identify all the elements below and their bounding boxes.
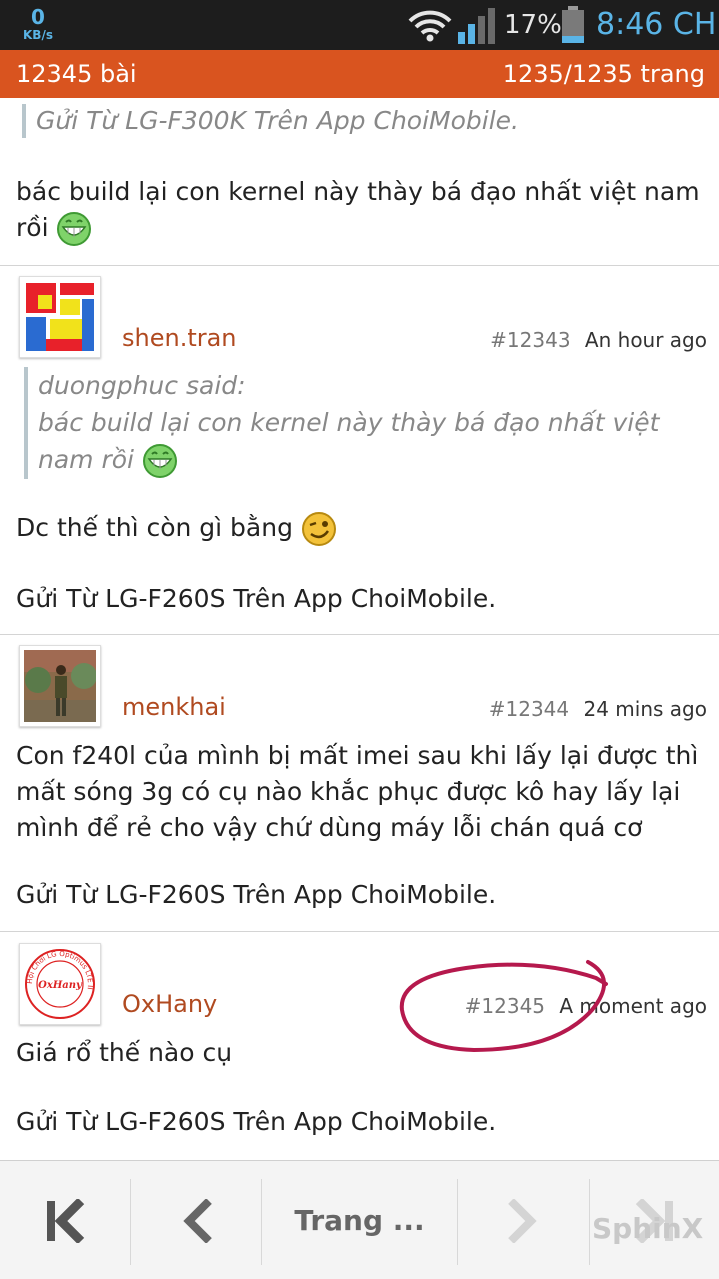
previous-page-button[interactable] — [131, 1161, 261, 1279]
username-link[interactable]: shen.tran — [122, 323, 237, 353]
page-select-label: Trang ... — [294, 1204, 425, 1237]
post-meta: #12344 24 mins ago — [489, 694, 707, 724]
post-body: Dc thế thì còn gì bằng — [16, 510, 706, 547]
post-signature: Gửi Từ LG-F260S Trên App ChoiMobile. — [16, 584, 497, 613]
status-bar: 0 KB/s 17% 8:46 CH — [0, 0, 719, 50]
next-page-button[interactable] — [458, 1161, 589, 1279]
avatar[interactable] — [19, 276, 101, 358]
post-divider — [0, 634, 719, 635]
post-body-text: bác build lại con kernel này thày bá đạo… — [16, 177, 700, 242]
quote-text-line: bác build lại con kernel này thày bá đạo… — [38, 404, 684, 479]
post-previous: Gửi Từ LG-F300K Trên App ChoiMobile. bác… — [0, 98, 719, 265]
stamp-center-text: OxHany — [38, 980, 83, 991]
first-page-button[interactable] — [0, 1161, 130, 1279]
post-number[interactable]: #12345 — [465, 994, 545, 1018]
post-list[interactable]: Gửi Từ LG-F300K Trên App ChoiMobile. bác… — [0, 98, 719, 1158]
post-number[interactable]: #12344 — [489, 697, 569, 721]
quote-block: duongphuc said: bác build lại con kernel… — [24, 367, 684, 479]
chevron-left-icon — [183, 1198, 212, 1243]
post-divider — [0, 265, 719, 266]
post-body: bác build lại con kernel này thày bá đạo… — [16, 174, 706, 247]
watermark-text: SphinX — [592, 1212, 704, 1245]
battery-icon — [562, 6, 584, 43]
post-body: Giá rổ thế nào cụ — [16, 1038, 233, 1067]
quote-author: duongphuc said: — [38, 371, 246, 400]
post-signature: Gửi Từ LG-F260S Trên App ChoiMobile. — [16, 880, 497, 909]
clock: 8:46 CH — [596, 7, 717, 42]
quote-text: bác build lại con kernel này thày bá đạo… — [38, 408, 660, 474]
post-time: A moment ago — [559, 994, 707, 1018]
post-signature: Gửi Từ LG-F260S Trên App ChoiMobile. — [16, 1107, 497, 1136]
post-number[interactable]: #12343 — [490, 328, 570, 352]
avatar[interactable] — [19, 645, 101, 727]
signal-strength-icon — [458, 8, 495, 44]
page-select-button[interactable]: Trang ... — [262, 1161, 457, 1279]
avatar[interactable]: Hội Chơi LG Optimus LTE II OxHany — [19, 943, 101, 1025]
wifi-icon — [408, 10, 452, 42]
post-time: 24 mins ago — [583, 697, 708, 721]
data-speed-value: 0 — [31, 5, 45, 29]
username-link[interactable]: OxHany — [122, 989, 217, 1019]
post-meta: #12345 A moment ago — [465, 991, 707, 1021]
post-time: An hour ago — [584, 328, 707, 352]
user-avatar-photo — [24, 650, 97, 722]
first-page-icon — [47, 1198, 85, 1243]
post-body: Con f240l của mình bị mất imei sau khi l… — [16, 741, 699, 842]
quote-block: Gửi Từ LG-F300K Trên App ChoiMobile. — [22, 104, 702, 138]
page-indicator[interactable]: 1235/1235 trang — [503, 58, 705, 90]
chevron-right-icon — [507, 1198, 537, 1243]
data-speed-unit: KB/s — [23, 28, 53, 42]
post-meta: #12343 An hour ago — [490, 325, 707, 355]
grin-emoji-icon — [142, 444, 177, 478]
wink-emoji-icon — [301, 512, 336, 546]
user-avatar-logo — [24, 281, 96, 353]
username-link[interactable]: menkhai — [122, 692, 226, 722]
quote-signature: Gửi Từ LG-F300K Trên App ChoiMobile. — [36, 106, 519, 135]
grin-emoji-icon — [57, 212, 92, 246]
post-count: 12345 bài — [16, 60, 137, 88]
post-body-text: Dc thế thì còn gì bằng — [16, 513, 293, 542]
stamp-avatar-logo: Hội Chơi LG Optimus LTE II OxHany — [24, 948, 96, 1020]
data-speed-indicator: 0 KB/s — [18, 6, 58, 42]
thread-header-bar: 12345 bài 1235/1235 trang — [0, 50, 719, 98]
battery-percent: 17% — [504, 10, 562, 40]
post-divider — [0, 931, 719, 932]
